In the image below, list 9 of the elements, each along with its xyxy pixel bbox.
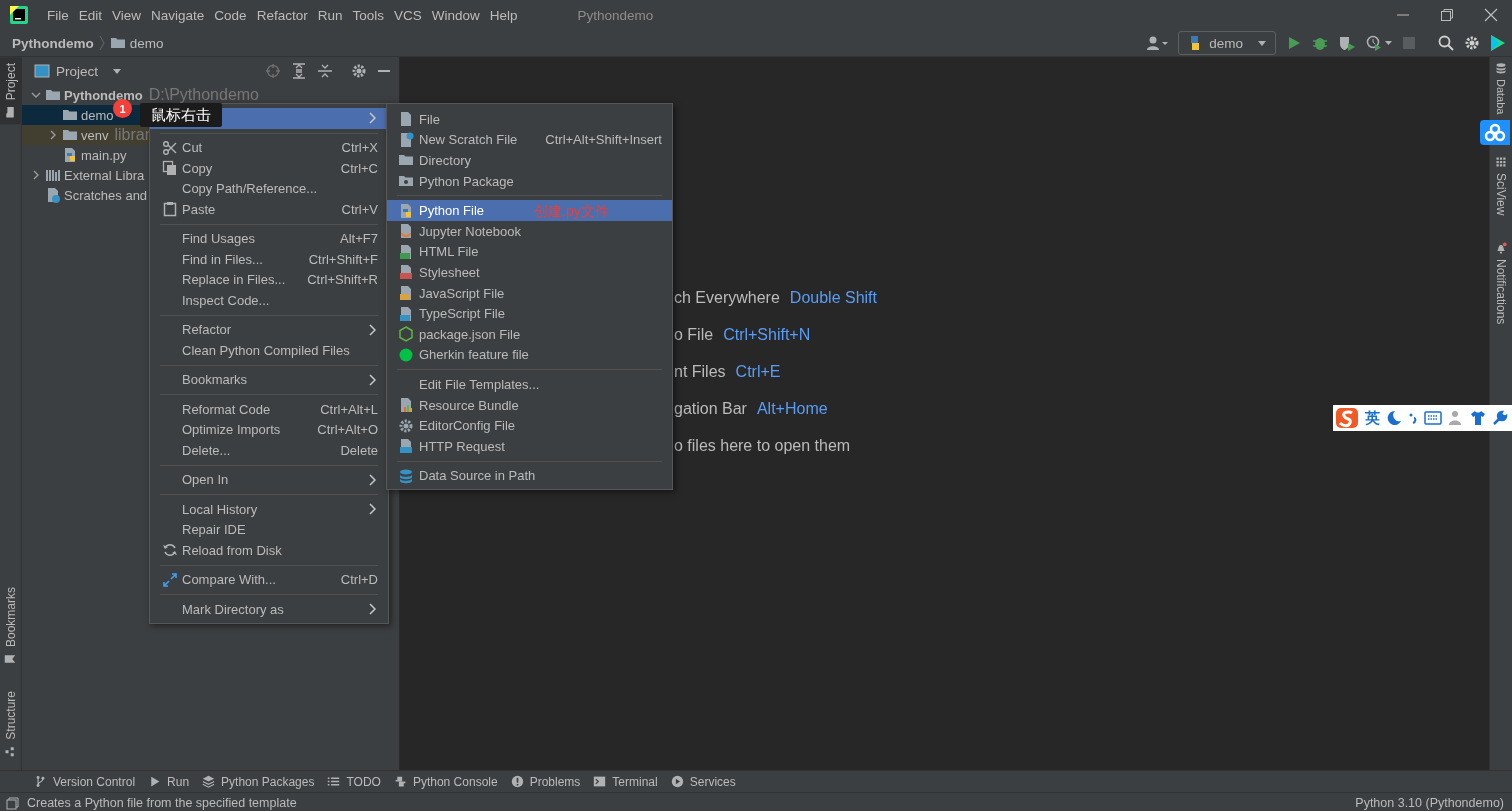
annotation-note: 鼠标右击 (140, 103, 222, 127)
status-message: Creates a Python file from the specified template (27, 796, 297, 810)
annotation-note: 创建.py文件 (534, 203, 609, 221)
editor-hint: o files here to open them (674, 437, 851, 455)
editor-hint: o File Ctrl+Shift+N (674, 326, 811, 344)
editor-hint: nt Files Ctrl+E (674, 363, 781, 381)
window-title: Pythondemo (577, 7, 654, 23)
editor-hint: gation Bar Alt+Home (674, 400, 828, 418)
editor-hint: ch Everywhere Double Shift (674, 289, 877, 307)
